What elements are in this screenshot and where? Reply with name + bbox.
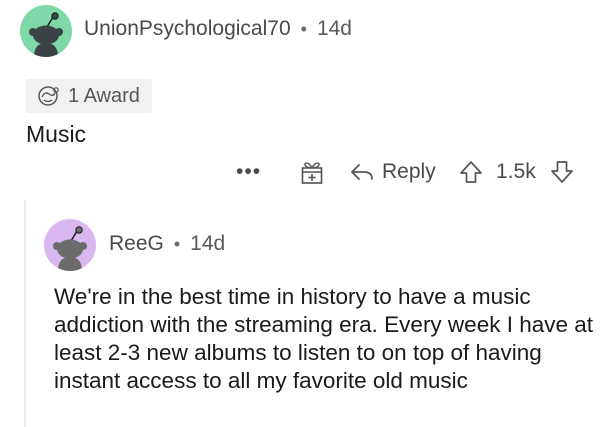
reply-button[interactable]: Reply <box>350 157 436 187</box>
award-badge[interactable]: 1 Award <box>26 79 152 113</box>
more-options-button[interactable]: ••• <box>236 157 261 187</box>
snoo-avatar-icon <box>53 226 87 271</box>
user-avatar[interactable] <box>44 219 96 271</box>
upvote-button[interactable] <box>458 157 484 187</box>
award-label: 1 Award <box>68 84 140 107</box>
comment-body: We're in the best time in history to hav… <box>54 284 594 393</box>
vote-score: 1.5k <box>496 160 536 183</box>
comment-age[interactable]: 14d <box>317 17 352 41</box>
award-icon <box>36 85 62 107</box>
reply-label: Reply <box>382 160 436 183</box>
user-avatar[interactable] <box>20 5 72 57</box>
give-award-button[interactable] <box>300 157 324 187</box>
downvote-button[interactable] <box>549 157 575 187</box>
gift-icon <box>301 162 323 184</box>
comment-body: Music <box>26 121 87 147</box>
comment-header: UnionPsychological70 • 14d <box>84 17 352 41</box>
comment-actions: ••• Reply 1.5k <box>0 157 600 187</box>
comment-thread: UnionPsychological70 • 14d 1 Award Music… <box>0 0 600 427</box>
meta-separator: • <box>300 18 307 39</box>
downvote-arrow-icon <box>551 161 573 183</box>
upvote-arrow-icon <box>460 161 482 183</box>
reply-arrow-icon <box>351 164 373 180</box>
thread-line[interactable] <box>24 200 26 427</box>
snoo-avatar-icon <box>29 12 63 57</box>
meta-separator: • <box>173 233 181 254</box>
comment-header: ReeG • 14d <box>109 232 225 256</box>
comment-age[interactable]: 14d <box>190 232 225 256</box>
username-link[interactable]: UnionPsychological70 <box>84 17 291 41</box>
username-link[interactable]: ReeG <box>109 232 164 256</box>
